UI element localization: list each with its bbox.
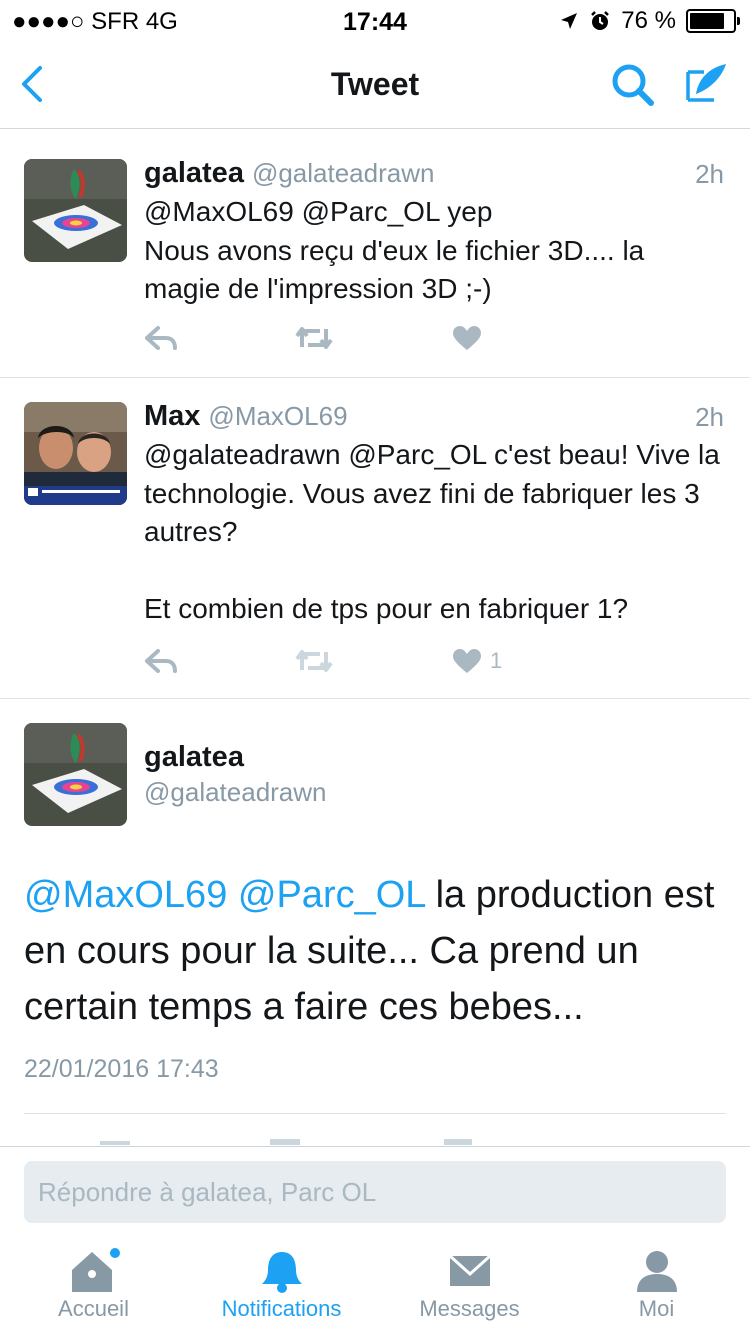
- status-bar: ●●●●○ SFR 4G 17:44 76 %: [0, 0, 750, 40]
- avatar[interactable]: [24, 723, 127, 826]
- heart-icon: [453, 649, 481, 673]
- tab-notifications[interactable]: Notifications: [188, 1238, 375, 1334]
- reply-bar: [0, 1146, 750, 1239]
- author-name[interactable]: Max: [144, 400, 200, 432]
- avatar[interactable]: [24, 402, 127, 505]
- tweet-actions: 1: [144, 648, 544, 688]
- reply-icon: [145, 326, 177, 350]
- tab-label: Messages: [419, 1296, 520, 1321]
- author-handle[interactable]: @MaxOL69: [208, 401, 347, 431]
- search-icon[interactable]: [610, 62, 656, 108]
- battery-percent: 76 %: [621, 7, 676, 34]
- heart-icon: [453, 326, 481, 350]
- tweet-time: 2h: [695, 402, 724, 432]
- author-name[interactable]: galatea: [144, 157, 244, 189]
- tab-label: Moi: [638, 1296, 675, 1321]
- like-count: 1: [490, 648, 503, 673]
- divider: [24, 1113, 726, 1114]
- reply-button[interactable]: [144, 648, 178, 674]
- focused-actions: [100, 1139, 500, 1145]
- tab-label: Notifications: [221, 1296, 342, 1321]
- tweet-item[interactable]: Max @MaxOL69 2h @galateadrawn @Parc_OL c'…: [0, 378, 750, 699]
- battery-icon: [686, 9, 740, 33]
- compose-icon[interactable]: [684, 60, 730, 106]
- tweet-date: 22/01/2016 17:43: [24, 1055, 219, 1083]
- mention-link[interactable]: @MaxOL69: [24, 874, 227, 916]
- reply-button[interactable]: [144, 325, 178, 351]
- reply-icon: [145, 649, 177, 673]
- tweet-text: @MaxOL69 @Parc_OL la production est en c…: [24, 867, 734, 1035]
- reply-input[interactable]: [24, 1161, 726, 1223]
- tab-messages[interactable]: Messages: [376, 1238, 563, 1334]
- retweet-button[interactable]: [294, 648, 334, 674]
- tab-label: Accueil: [58, 1296, 129, 1321]
- envelope-icon: [448, 1254, 492, 1286]
- status-right: 76 %: [559, 7, 740, 35]
- tweet-time: 2h: [695, 159, 724, 189]
- like-button[interactable]: 1: [452, 648, 502, 674]
- tweet-text: @MaxOL69 @Parc_OL yep Nous avons reçu d'…: [144, 196, 645, 304]
- tweet-text: @galateadrawn @Parc_OL c'est beau! Vive …: [144, 439, 720, 624]
- mention-link[interactable]: @Parc_OL: [238, 874, 425, 916]
- like-button[interactable]: [452, 325, 490, 351]
- tweet-actions: [144, 325, 544, 365]
- author-name[interactable]: galatea: [144, 741, 244, 774]
- author-handle[interactable]: @galateadrawn: [144, 777, 327, 808]
- nav-bar: Tweet: [0, 40, 750, 129]
- alarm-icon: [591, 11, 610, 30]
- location-arrow-icon: [561, 13, 578, 29]
- retweet-icon: [295, 327, 333, 349]
- avatar-photo: [24, 723, 127, 826]
- retweet-icon: [295, 650, 333, 672]
- focused-tweet: galatea @galateadrawn @MaxOL69 @Parc_OL …: [0, 699, 750, 1145]
- tweet-header: galatea @galateadrawn: [144, 157, 434, 190]
- avatar[interactable]: [24, 159, 127, 262]
- person-icon: [637, 1251, 677, 1292]
- tab-accueil[interactable]: Accueil: [0, 1238, 187, 1334]
- author-handle[interactable]: @galateadrawn: [252, 158, 435, 188]
- avatar-photo: [24, 159, 127, 262]
- bell-icon: [262, 1252, 302, 1293]
- tab-moi[interactable]: Moi: [563, 1238, 750, 1334]
- tab-bar: Accueil Notifications Messages Moi: [0, 1238, 750, 1334]
- retweet-button[interactable]: [294, 325, 334, 351]
- home-icon: [72, 1248, 120, 1292]
- actions-peek-icon: [100, 1139, 472, 1145]
- tweet-item[interactable]: galatea @galateadrawn 2h @MaxOL69 @Parc_O…: [0, 129, 750, 378]
- avatar-photo: [24, 402, 127, 505]
- tweet-header: Max @MaxOL69: [144, 400, 348, 433]
